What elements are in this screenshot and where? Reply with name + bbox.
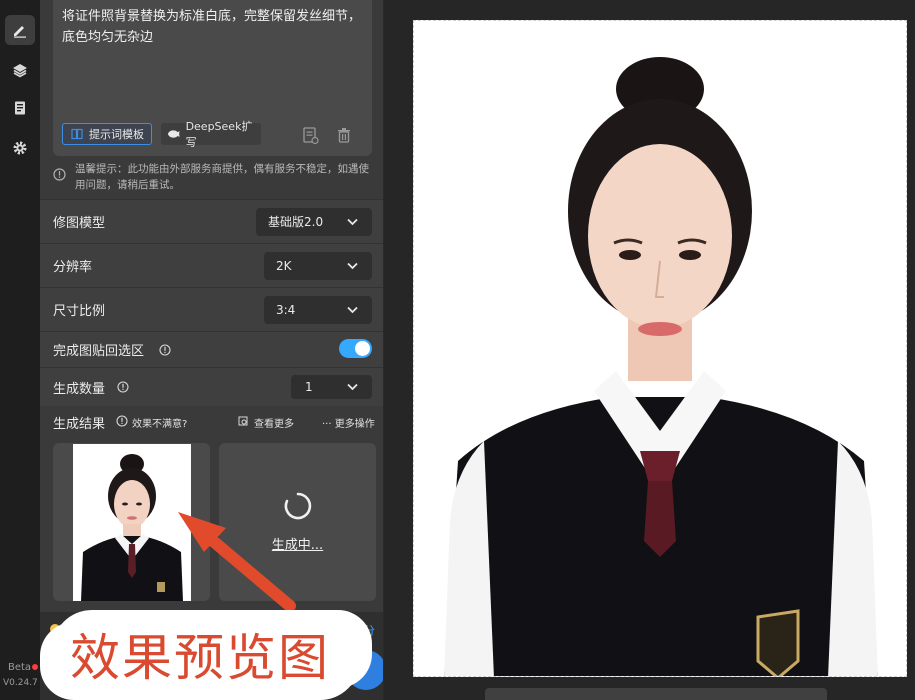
view-more-link[interactable]: 查看更多 bbox=[254, 415, 294, 430]
prompt-textarea[interactable]: 将证件照背景替换为标准白底，完整保留发丝细节，底色均匀无杂边 提示词模板 Dee… bbox=[53, 0, 372, 156]
count-label: 生成数量 bbox=[53, 381, 106, 397]
beta-label: Beta bbox=[8, 662, 32, 673]
document-icon bbox=[15, 101, 25, 115]
pencil-icon bbox=[14, 26, 26, 38]
layers-tool-button[interactable] bbox=[5, 55, 35, 85]
chevron-down-icon bbox=[347, 262, 358, 269]
model-value: 基础版2.0 bbox=[268, 215, 324, 229]
generating-status: 生成中... bbox=[271, 538, 324, 553]
canvas-area bbox=[384, 0, 915, 700]
history-icon[interactable] bbox=[303, 127, 319, 145]
generating-card: 生成中... bbox=[219, 443, 376, 601]
info-icon[interactable] bbox=[117, 381, 129, 393]
loading-spinner-icon bbox=[284, 492, 312, 520]
paste-back-label: 完成图贴回选区 bbox=[53, 344, 145, 359]
toggle-knob bbox=[355, 341, 370, 356]
canvas-bottom-toolbar[interactable] bbox=[485, 688, 827, 700]
results-label: 生成结果 bbox=[53, 417, 106, 432]
version-label: V0.24.7 bbox=[3, 678, 38, 688]
layers-icon bbox=[13, 64, 27, 78]
trash-icon[interactable] bbox=[337, 127, 351, 143]
chevron-down-icon bbox=[347, 218, 358, 225]
deepseek-expand-label: DeepSeek扩写 bbox=[185, 120, 253, 149]
count-value: 1 bbox=[305, 380, 313, 394]
results-header: 生成结果 效果不满意? 查看更多 ··· 更多操作 bbox=[40, 406, 383, 436]
model-label: 修图模型 bbox=[53, 216, 106, 231]
result-thumbnail-card[interactable] bbox=[53, 443, 210, 601]
annotation-label: 效果预览图 bbox=[70, 629, 330, 687]
prompt-text[interactable]: 将证件照背景替换为标准白底，完整保留发丝细节，底色均匀无杂边 bbox=[62, 6, 362, 48]
resolution-select[interactable]: 2K bbox=[264, 251, 372, 280]
gear-icon bbox=[13, 141, 27, 155]
model-row: 修图模型 基础版2.0 bbox=[40, 199, 383, 243]
result-thumbnail[interactable] bbox=[73, 444, 191, 601]
chevron-down-icon bbox=[347, 306, 358, 313]
ratio-value: 3:4 bbox=[276, 302, 296, 317]
edit-tool-button[interactable] bbox=[5, 15, 35, 45]
count-row: 生成数量 1 bbox=[40, 367, 383, 406]
resolution-value: 2K bbox=[276, 258, 292, 273]
settings-tool-button[interactable] bbox=[5, 133, 35, 163]
prompt-template-label: 提示词模板 bbox=[89, 128, 144, 141]
info-icon[interactable] bbox=[159, 344, 171, 356]
ratio-select[interactable]: 3:4 bbox=[264, 295, 372, 324]
notes-tool-button[interactable] bbox=[5, 93, 35, 123]
paste-back-toggle[interactable] bbox=[339, 339, 372, 358]
settings-panel: 将证件照背景替换为标准白底，完整保留发丝细节，底色均匀无杂边 提示词模板 Dee… bbox=[40, 0, 384, 700]
book-icon bbox=[71, 128, 83, 140]
app-window: Beta V0.24.7 将证件照背景替换为标准白底，完整保留发丝细节，底色均匀… bbox=[0, 0, 915, 700]
ratio-label: 尺寸比例 bbox=[53, 304, 106, 319]
count-select[interactable]: 1 bbox=[291, 375, 372, 399]
whale-icon bbox=[167, 130, 180, 138]
points-unit: 分 bbox=[363, 624, 376, 638]
unsatisfied-link[interactable]: 效果不满意? bbox=[132, 415, 187, 430]
resolution-label: 分辨率 bbox=[53, 260, 93, 275]
info-icon[interactable] bbox=[116, 415, 128, 427]
prompt-template-button[interactable]: 提示词模板 bbox=[62, 123, 152, 145]
model-select[interactable]: 基础版2.0 bbox=[256, 207, 372, 236]
notification-dot bbox=[32, 664, 38, 670]
more-ops-link[interactable]: ··· 更多操作 bbox=[322, 415, 375, 430]
ratio-row: 尺寸比例 3:4 bbox=[40, 287, 383, 331]
left-toolbar: Beta V0.24.7 bbox=[0, 0, 40, 700]
info-icon bbox=[53, 168, 66, 181]
deepseek-expand-button[interactable]: DeepSeek扩写 bbox=[161, 120, 261, 149]
preview-image[interactable] bbox=[413, 20, 907, 677]
resolution-row: 分辨率 2K bbox=[40, 243, 383, 287]
paste-back-row: 完成图贴回选区 bbox=[40, 331, 383, 367]
search-image-icon bbox=[238, 416, 248, 426]
service-tip: 温馨提示：此功能由外部服务商提供，偶有服务不稳定，如遇使用问题，请稍后重试。 bbox=[75, 163, 369, 191]
chevron-down-icon bbox=[347, 383, 358, 391]
